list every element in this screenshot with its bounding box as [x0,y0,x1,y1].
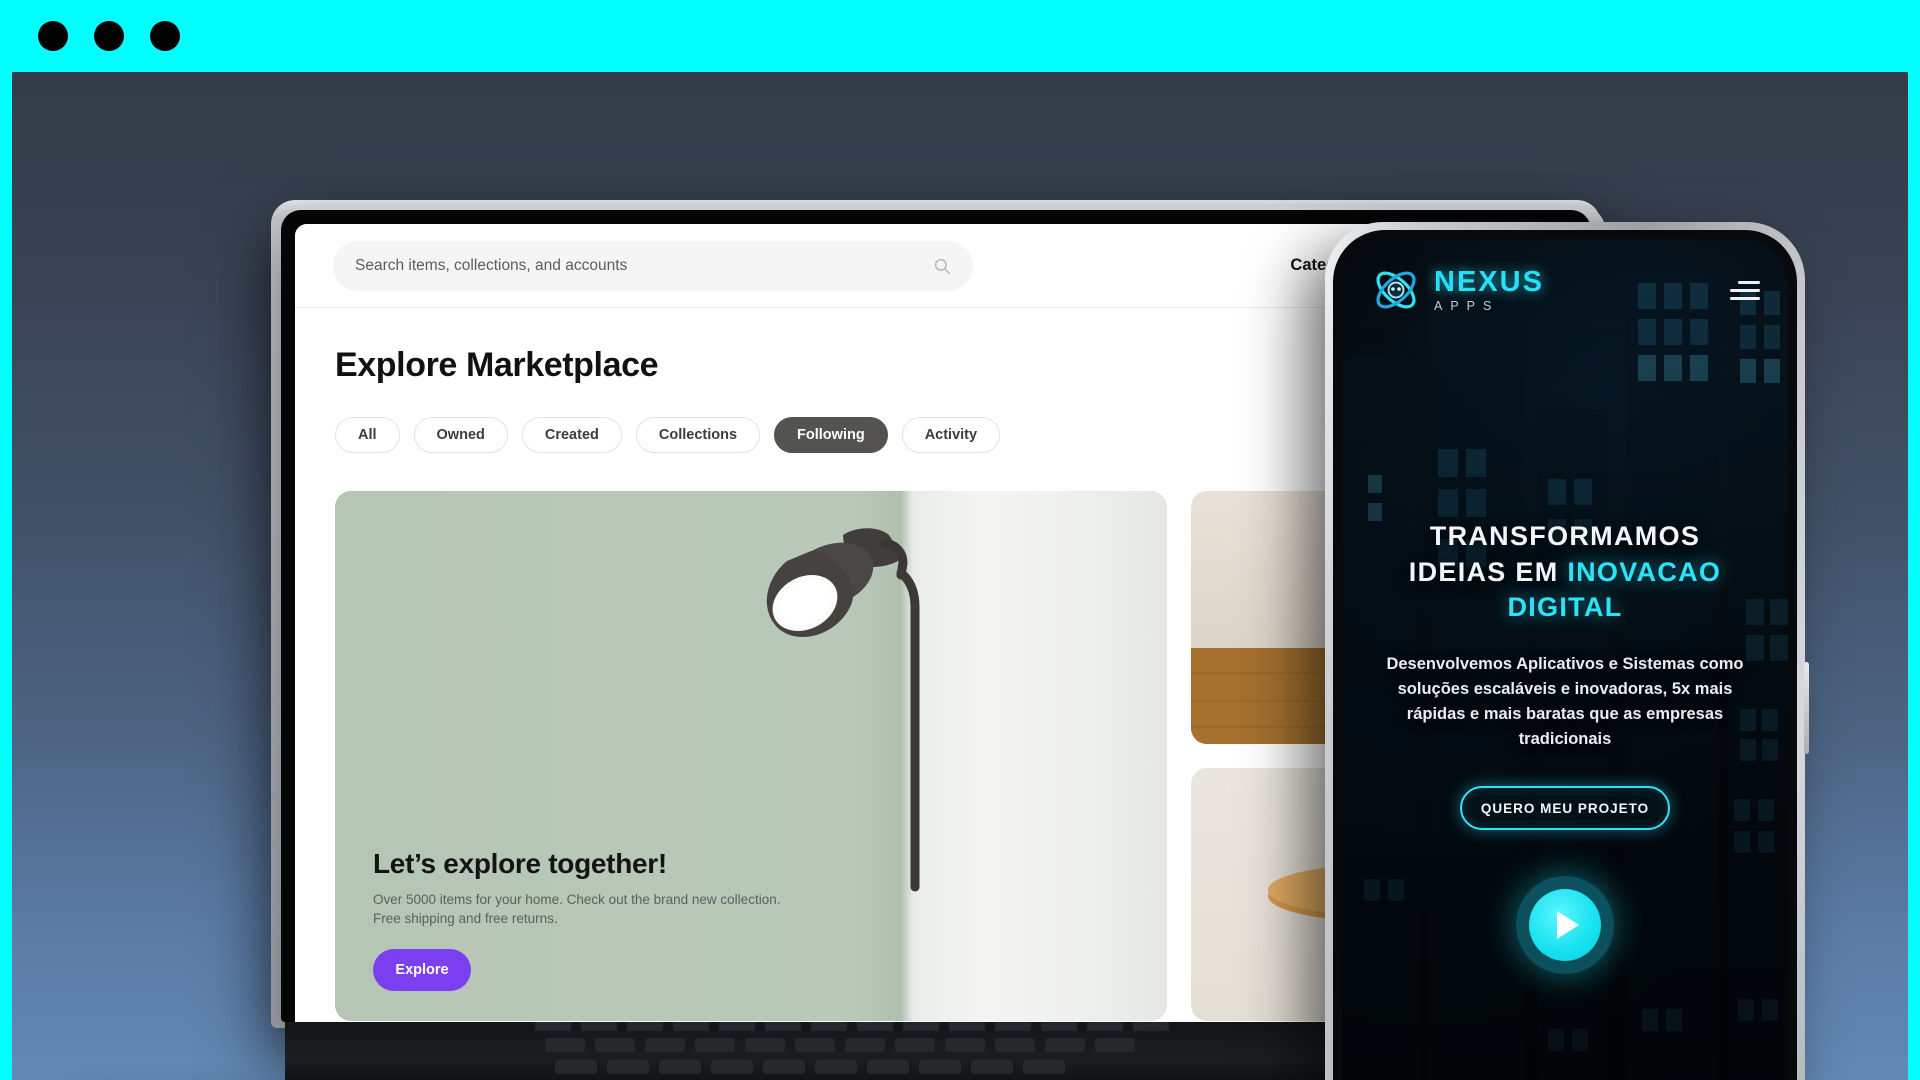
hero-subtitle: Over 5000 items for your home. Check out… [373,890,913,929]
hamburger-line [1730,296,1760,300]
phone-topbar: NEXUS APPS [1342,257,1788,323]
filter-chip-following[interactable]: Following [774,417,888,453]
phone-mockup: NEXUS APPS TRANSFORMAMOS IDEIAS EM INOVA… [1325,222,1809,1080]
filter-chip-created[interactable]: Created [521,417,622,453]
maximize-dot[interactable] [150,21,180,51]
brand-logo[interactable]: NEXUS APPS [1370,264,1544,316]
hamburger-line [1730,288,1760,292]
explore-button[interactable]: Explore [373,949,471,991]
search-box[interactable] [333,240,973,291]
hero-card[interactable]: Let’s explore together! Over 5000 items … [335,491,1167,1021]
play-button[interactable] [1516,876,1614,975]
play-button-inner [1529,889,1601,962]
phone-screen: NEXUS APPS TRANSFORMAMOS IDEIAS EM INOVA… [1342,239,1788,1080]
phone-headline: TRANSFORMAMOS IDEIAS EM INOVACAO DIGITAL [1368,519,1762,626]
cta-button[interactable]: QUERO MEU PROJETO [1460,786,1670,831]
atom-orbit-icon [1376,271,1416,309]
close-dot[interactable] [38,21,68,51]
phone-inner-bezel: NEXUS APPS TRANSFORMAMOS IDEIAS EM INOVA… [1333,230,1797,1080]
minimize-dot[interactable] [94,21,124,51]
window-title-bar [0,0,1920,72]
floor-lamp-icon [766,528,920,892]
device-mockup-scene: Categories Brands Blog Explore Marketpla… [12,72,1908,1080]
hamburger-menu-icon[interactable] [1730,280,1760,300]
search-icon[interactable] [933,257,951,275]
hero-subtitle-line1: Over 5000 items for your home. Check out… [373,891,781,907]
hero-text-block: Let’s explore together! Over 5000 items … [373,848,913,991]
hero-title: Let’s explore together! [373,847,667,879]
filter-chip-owned[interactable]: Owned [413,417,508,453]
brand-tagline: APPS [1434,298,1500,313]
headline-line-3-highlight: DIGITAL [1507,592,1623,623]
brand-logo-text: NEXUS APPS [1434,265,1544,313]
filter-chip-all[interactable]: All [335,417,400,453]
headline-line-2-plain: IDEIAS EM [1408,556,1568,587]
phone-paragraph: Desenvolvemos Aplicativos e Sistemas com… [1386,654,1744,749]
hamburger-line [1738,280,1760,284]
filter-chip-collections[interactable]: Collections [635,417,761,453]
headline-line-2-highlight: INOVACAO [1567,556,1722,587]
search-input[interactable] [355,256,923,275]
brand-name: NEXUS [1434,265,1544,298]
phone-power-button[interactable] [1804,662,1809,754]
hero-subtitle-line2: Free shipping and free returns. [373,911,558,927]
phone-hero-section: TRANSFORMAMOS IDEIAS EM INOVACAO DIGITAL… [1342,519,1788,975]
play-triangle-icon [1557,911,1579,940]
headline-line-1: TRANSFORMAMOS [1429,521,1701,551]
filter-chip-activity[interactable]: Activity [901,417,1001,453]
